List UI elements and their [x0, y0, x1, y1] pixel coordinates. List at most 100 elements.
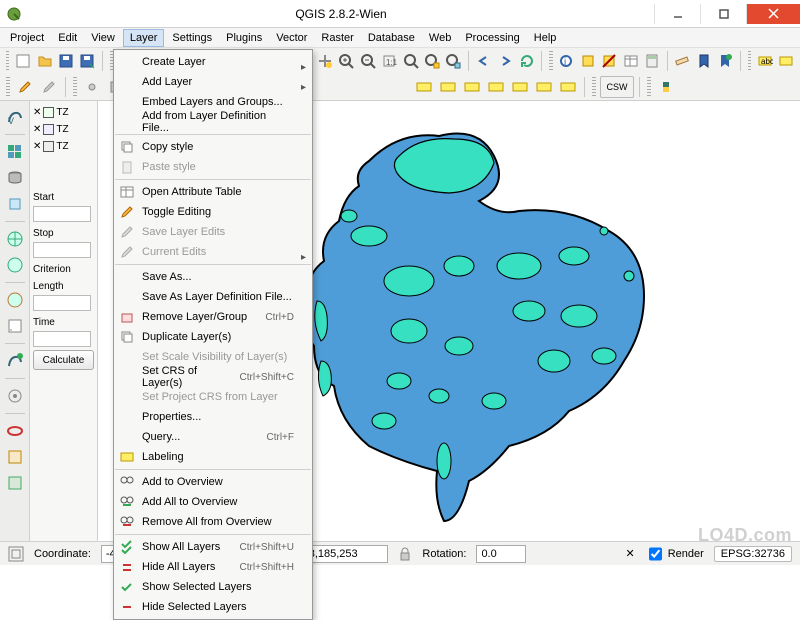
zoom-in-button[interactable] — [337, 50, 356, 72]
abc-7-button[interactable] — [557, 76, 579, 98]
maximize-button[interactable] — [700, 4, 746, 24]
menu-duplicate-layers[interactable]: Duplicate Layer(s) — [114, 327, 312, 347]
save-edits-button[interactable] — [38, 76, 60, 98]
toggle-editing-button[interactable] — [14, 76, 36, 98]
time-input[interactable] — [33, 331, 91, 347]
add-wms-button[interactable] — [3, 227, 27, 251]
add-vector-button[interactable]: V — [3, 105, 27, 129]
gps-button[interactable] — [3, 384, 27, 408]
zoom-next-button[interactable] — [495, 50, 514, 72]
menu-web[interactable]: Web — [423, 30, 457, 46]
menu-properties[interactable]: Properties... — [114, 407, 312, 427]
abc-1-button[interactable] — [413, 76, 435, 98]
layer-row-2[interactable]: ✕TZ — [33, 122, 94, 136]
menu-processing[interactable]: Processing — [459, 30, 525, 46]
bookmarks-button[interactable] — [694, 50, 713, 72]
menu-hide-all-layers[interactable]: Hide All LayersCtrl+Shift+H — [114, 557, 312, 577]
toolbar-grip[interactable] — [73, 77, 77, 97]
zoom-full-button[interactable] — [401, 50, 420, 72]
toolbar-grip[interactable] — [549, 51, 552, 71]
render-toggle[interactable]: Render — [645, 542, 704, 566]
menu-add-layer[interactable]: Add Layer — [114, 72, 312, 92]
menu-database[interactable]: Database — [362, 30, 421, 46]
zoom-last-button[interactable] — [474, 50, 493, 72]
toolbar-grip[interactable] — [6, 77, 10, 97]
menu-help[interactable]: Help — [528, 30, 563, 46]
calculate-button[interactable]: Calculate — [33, 350, 94, 370]
refresh-button[interactable] — [517, 50, 536, 72]
menu-plugins[interactable]: Plugins — [220, 30, 268, 46]
menu-hide-selected-layers[interactable]: Hide Selected Layers — [114, 597, 312, 617]
crs-label[interactable]: EPSG:32736 — [714, 546, 792, 562]
layer-row-3[interactable]: ✕TZ — [33, 139, 94, 153]
move-label-button[interactable] — [777, 50, 796, 72]
toolbar-grip[interactable] — [592, 77, 596, 97]
abc-6-button[interactable] — [533, 76, 555, 98]
menu-raster[interactable]: Raster — [315, 30, 359, 46]
menu-embed-layers[interactable]: Embed Layers and Groups... — [114, 92, 312, 112]
deselect-button[interactable] — [599, 50, 618, 72]
menu-save-as[interactable]: Save As... — [114, 267, 312, 287]
field-calculator-button[interactable] — [642, 50, 661, 72]
menu-vector[interactable]: Vector — [270, 30, 313, 46]
menu-copy-style[interactable]: Copy style — [114, 137, 312, 157]
length-input[interactable] — [33, 295, 91, 311]
menu-project[interactable]: Project — [4, 30, 50, 46]
layer-row-1[interactable]: ✕TZ — [33, 105, 94, 119]
menu-remove-all-overview[interactable]: Remove All from Overview — [114, 512, 312, 532]
add-raster-button[interactable] — [3, 140, 27, 164]
start-input[interactable] — [33, 206, 91, 222]
menu-open-attr-table[interactable]: Open Attribute Table — [114, 182, 312, 202]
new-project-button[interactable] — [13, 50, 32, 72]
select-button[interactable] — [578, 50, 597, 72]
add-spatialite-button[interactable] — [3, 192, 27, 216]
zoom-selection-button[interactable] — [422, 50, 441, 72]
menu-add-overview[interactable]: Add to Overview — [114, 472, 312, 492]
csw-button[interactable]: CSW — [600, 76, 634, 98]
zoom-layer-button[interactable] — [444, 50, 463, 72]
add-wcs-button[interactable] — [3, 253, 27, 277]
menu-set-crs[interactable]: Set CRS of Layer(s)Ctrl+Shift+C — [114, 367, 312, 387]
menu-show-selected-layers[interactable]: Show Selected Layers — [114, 577, 312, 597]
add-delimited-button[interactable] — [3, 471, 27, 495]
add-wfs-button[interactable] — [3, 288, 27, 312]
save-as-button[interactable] — [78, 50, 97, 72]
toolbar-grip[interactable] — [647, 77, 651, 97]
menu-view[interactable]: View — [85, 30, 121, 46]
menu-edit[interactable]: Edit — [52, 30, 83, 46]
menu-add-all-overview[interactable]: Add All to Overview — [114, 492, 312, 512]
oracle-button[interactable] — [3, 419, 27, 443]
save-project-button[interactable] — [56, 50, 75, 72]
menu-add-from-def[interactable]: Add from Layer Definition File... — [114, 112, 312, 132]
measure-button[interactable] — [673, 50, 692, 72]
toggle-extents-icon[interactable] — [8, 546, 24, 562]
close-button[interactable] — [746, 4, 800, 24]
new-bookmark-button[interactable] — [715, 50, 734, 72]
zoom-out-button[interactable] — [358, 50, 377, 72]
toolbar-grip[interactable] — [6, 51, 9, 71]
render-checkbox[interactable] — [649, 545, 662, 563]
lock-scale-icon[interactable] — [398, 547, 412, 561]
new-shapefile-button[interactable] — [3, 349, 27, 373]
menu-settings[interactable]: Settings — [166, 30, 218, 46]
toolbar-grip[interactable] — [748, 51, 751, 71]
abc-4-button[interactable] — [485, 76, 507, 98]
add-postgis-button[interactable] — [3, 166, 27, 190]
menu-show-all-layers[interactable]: Show All LayersCtrl+Shift+U — [114, 537, 312, 557]
label-button[interactable]: abc — [755, 50, 774, 72]
abc-5-button[interactable] — [509, 76, 531, 98]
menu-remove-layer[interactable]: Remove Layer/GroupCtrl+D — [114, 307, 312, 327]
zoom-native-button[interactable]: 1:1 — [379, 50, 398, 72]
python-console-button[interactable] — [655, 76, 677, 98]
stop-input[interactable] — [33, 242, 91, 258]
add-csv-button[interactable]: , — [3, 314, 27, 338]
abc-3-button[interactable] — [461, 76, 483, 98]
menu-create-layer[interactable]: Create Layer — [114, 52, 312, 72]
menu-labeling[interactable]: Labeling — [114, 447, 312, 467]
open-project-button[interactable] — [35, 50, 54, 72]
menu-toggle-editing[interactable]: Toggle Editing — [114, 202, 312, 222]
add-feature-button[interactable] — [81, 76, 103, 98]
attribute-table-button[interactable] — [621, 50, 640, 72]
rotation-input[interactable] — [476, 545, 526, 563]
identify-button[interactable]: i — [557, 50, 576, 72]
